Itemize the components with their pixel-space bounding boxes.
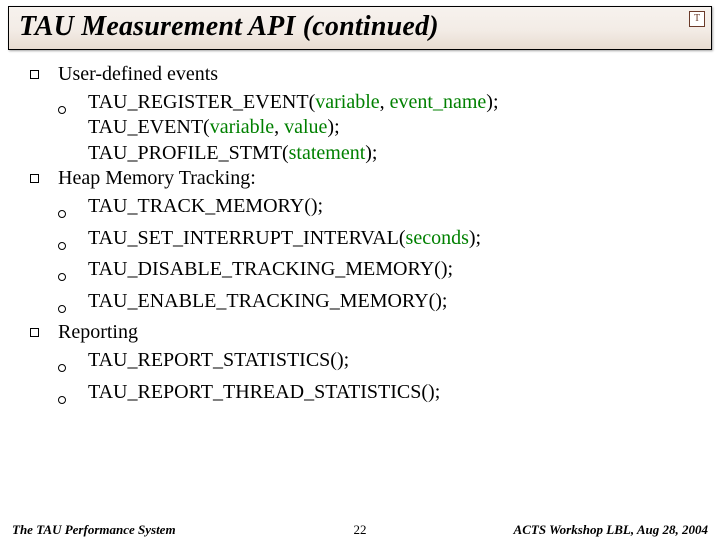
circle-bullet-icon <box>58 194 88 226</box>
slide-content: User-defined eventsTAU_REGISTER_EVENT(va… <box>0 50 720 411</box>
list-item-text: TAU_REGISTER_EVENT(variable, event_name)… <box>88 90 690 167</box>
api-text: TAU_PROFILE_STMT( <box>88 142 289 164</box>
footer: The TAU Performance System 22 ACTS Works… <box>0 522 720 538</box>
footer-right: ACTS Workshop LBL, Aug 28, 2004 <box>514 522 708 538</box>
square-bullet-icon <box>30 62 58 83</box>
circle-bullet-icon <box>58 289 88 321</box>
list-item: TAU_DISABLE_TRACKING_MEMORY(); <box>58 257 690 289</box>
circle-bullet-icon <box>58 257 88 289</box>
list-item: TAU_REPORT_THREAD_STATISTICS(); <box>58 380 690 412</box>
api-text: TAU_TRACK_MEMORY(); <box>88 195 323 217</box>
square-bullet-icon <box>30 166 58 187</box>
api-text: ); <box>327 116 339 138</box>
section-heading: Reporting <box>30 320 690 346</box>
slide-title: TAU Measurement API (continued) <box>19 11 439 42</box>
list-item-text: TAU_ENABLE_TRACKING_MEMORY(); <box>88 289 690 315</box>
api-text: TAU_REGISTER_EVENT( <box>88 91 315 113</box>
api-parameter: variable <box>210 116 274 138</box>
api-text: , <box>380 91 390 113</box>
circle-bullet-icon <box>58 226 88 258</box>
circle-bullet-icon <box>58 90 88 122</box>
square-bullet-icon <box>30 320 58 341</box>
api-parameter: value <box>284 116 327 138</box>
section-heading-text: User-defined events <box>58 62 690 88</box>
api-text: ); <box>365 142 377 164</box>
api-text: , <box>274 116 284 138</box>
list-item: TAU_REPORT_STATISTICS(); <box>58 348 690 380</box>
list-item-text: TAU_REPORT_THREAD_STATISTICS(); <box>88 380 690 406</box>
slide-number: 22 <box>354 522 367 538</box>
api-text: TAU_REPORT_STATISTICS(); <box>88 349 349 371</box>
list-item: TAU_TRACK_MEMORY(); <box>58 194 690 226</box>
api-parameter: statement <box>289 142 366 164</box>
api-text: ); <box>486 91 498 113</box>
circle-bullet-icon <box>58 348 88 380</box>
api-text: TAU_DISABLE_TRACKING_MEMORY(); <box>88 258 453 280</box>
list-item-text: TAU_SET_INTERRUPT_INTERVAL(seconds); <box>88 226 690 252</box>
api-text: TAU_SET_INTERRUPT_INTERVAL( <box>88 227 406 249</box>
tau-logo-icon: T <box>689 11 705 27</box>
list-item: TAU_REGISTER_EVENT(variable, event_name)… <box>58 90 690 167</box>
section-heading: Heap Memory Tracking: <box>30 166 690 192</box>
list-item-text: TAU_TRACK_MEMORY(); <box>88 194 690 220</box>
footer-left: The TAU Performance System <box>12 522 176 538</box>
api-parameter: event_name <box>390 91 487 113</box>
api-text: TAU_ENABLE_TRACKING_MEMORY(); <box>88 290 448 312</box>
api-text: ); <box>469 227 481 249</box>
list-item-text: TAU_DISABLE_TRACKING_MEMORY(); <box>88 257 690 283</box>
section-heading: User-defined events <box>30 62 690 88</box>
section-heading-text: Reporting <box>58 320 690 346</box>
api-parameter: seconds <box>406 227 469 249</box>
api-text: TAU_EVENT( <box>88 116 210 138</box>
api-text: TAU_REPORT_THREAD_STATISTICS(); <box>88 381 440 403</box>
section-heading-text: Heap Memory Tracking: <box>58 166 690 192</box>
title-bar: TAU Measurement API (continued) T <box>8 6 712 50</box>
list-item: TAU_ENABLE_TRACKING_MEMORY(); <box>58 289 690 321</box>
api-parameter: variable <box>315 91 379 113</box>
list-item: TAU_SET_INTERRUPT_INTERVAL(seconds); <box>58 226 690 258</box>
circle-bullet-icon <box>58 380 88 412</box>
list-item-text: TAU_REPORT_STATISTICS(); <box>88 348 690 374</box>
